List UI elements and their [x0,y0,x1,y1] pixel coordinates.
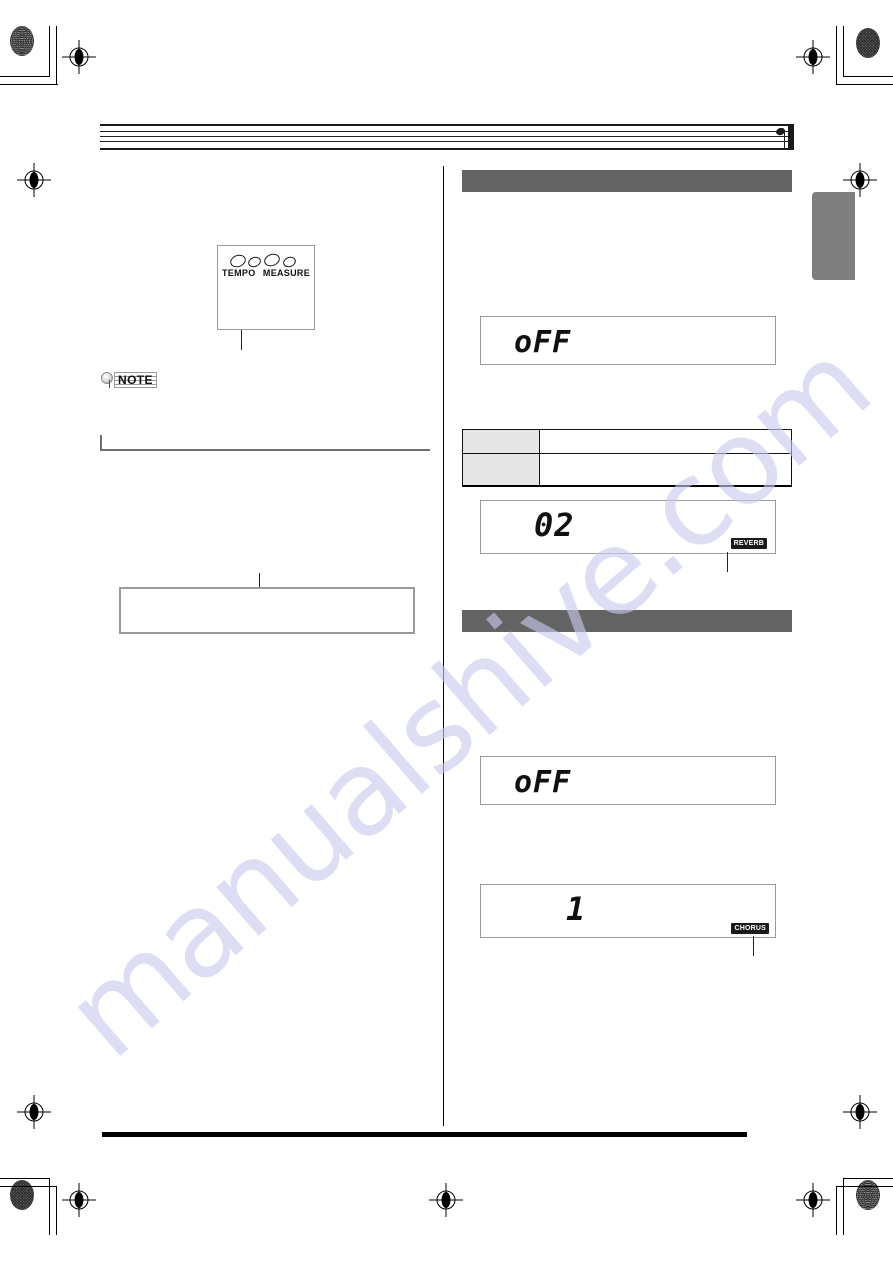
lcd-display-reverb-off: oFF [480,316,776,365]
section-rule-horizontal [100,449,430,451]
tempo-measure-panel-figure: TEMPO MEASURE [217,245,315,330]
crop-mark-line [0,84,58,85]
table-cell-value [539,453,792,486]
crop-mark-line [56,1186,57,1235]
section-header-chorus [462,610,792,632]
crop-mark-line [843,1178,893,1179]
lcd-display-chorus-value: 1 CHORUS [480,884,776,938]
lcd-value: oFF [514,765,572,800]
spec-table [462,429,792,487]
crop-mark-line [836,26,837,84]
spec-table-grid [462,429,792,486]
chorus-indicator-badge: CHORUS [731,923,769,934]
registration-mark [62,1183,96,1217]
note-label: NOTE [114,371,157,388]
section-header-reverb [462,170,792,192]
registration-mark [796,1183,830,1217]
crop-mark-line [56,26,57,84]
panel-label-row: TEMPO MEASURE [222,268,310,278]
crop-mark-line [836,1186,837,1235]
table-cell-value [539,429,792,454]
tempo-label: TEMPO [222,268,256,278]
note-stem-shape [109,380,110,388]
led-indicator-icon [246,255,263,269]
crop-mark-line [836,84,893,85]
crop-mark-line [836,1186,893,1187]
led-indicator-row [228,251,304,270]
table-cell-label [462,429,540,454]
staff-rule [100,124,794,126]
staff-end-bar [788,124,794,150]
halftone-patch-bottom-left [10,1180,34,1210]
led-indicator-icon [281,255,298,269]
halftone-patch-top-left [10,26,34,56]
reverb-indicator-badge: REVERB [730,538,767,549]
crop-mark-line [843,26,844,76]
halftone-patch-bottom-right [856,1180,880,1210]
staff-line [100,136,794,137]
table-cell-label [462,453,540,486]
registration-mark [429,1183,463,1217]
caption-box [119,587,415,634]
registration-mark [62,40,96,74]
crop-mark-line [0,1178,50,1179]
lcd-value: 1 [566,890,587,928]
footer-rule [102,1132,747,1137]
table-row [462,453,792,486]
lcd-value: 02 [534,506,575,544]
lcd-value: oFF [514,325,572,360]
halftone-patch-top-right [856,28,880,58]
page-edge-tab [812,192,855,280]
registration-mark [843,1095,877,1129]
lcd-display-reverb-value: 02 REVERB [480,500,776,554]
staff-rule [100,148,794,150]
measure-label: MEASURE [262,268,310,278]
table-row [462,429,792,454]
page-header-staff [100,124,794,150]
table-rule-bottom [462,485,792,487]
note-heading: NOTE [100,371,157,388]
column-divider [443,166,444,1126]
staff-line [100,141,794,142]
badge-leader-line [753,936,754,956]
led-indicator-icon [262,251,282,269]
manual-page: manualshive.com TEMPO MEASURE NOTE oFF 0… [0,0,893,1263]
crop-mark-line [843,76,893,77]
note-head-shape [101,372,113,384]
left-section-rule [100,435,430,451]
crop-mark-line [49,26,50,76]
badge-leader-line [727,552,728,572]
figure-leader-line [241,330,242,350]
crop-mark-line [0,76,50,77]
registration-mark [796,40,830,74]
registration-mark [17,163,51,197]
led-indicator-icon [228,252,248,270]
lcd-display-chorus-off: oFF [480,756,776,805]
crop-mark-line [0,1186,57,1187]
staff-line [100,131,794,132]
registration-mark [17,1095,51,1129]
